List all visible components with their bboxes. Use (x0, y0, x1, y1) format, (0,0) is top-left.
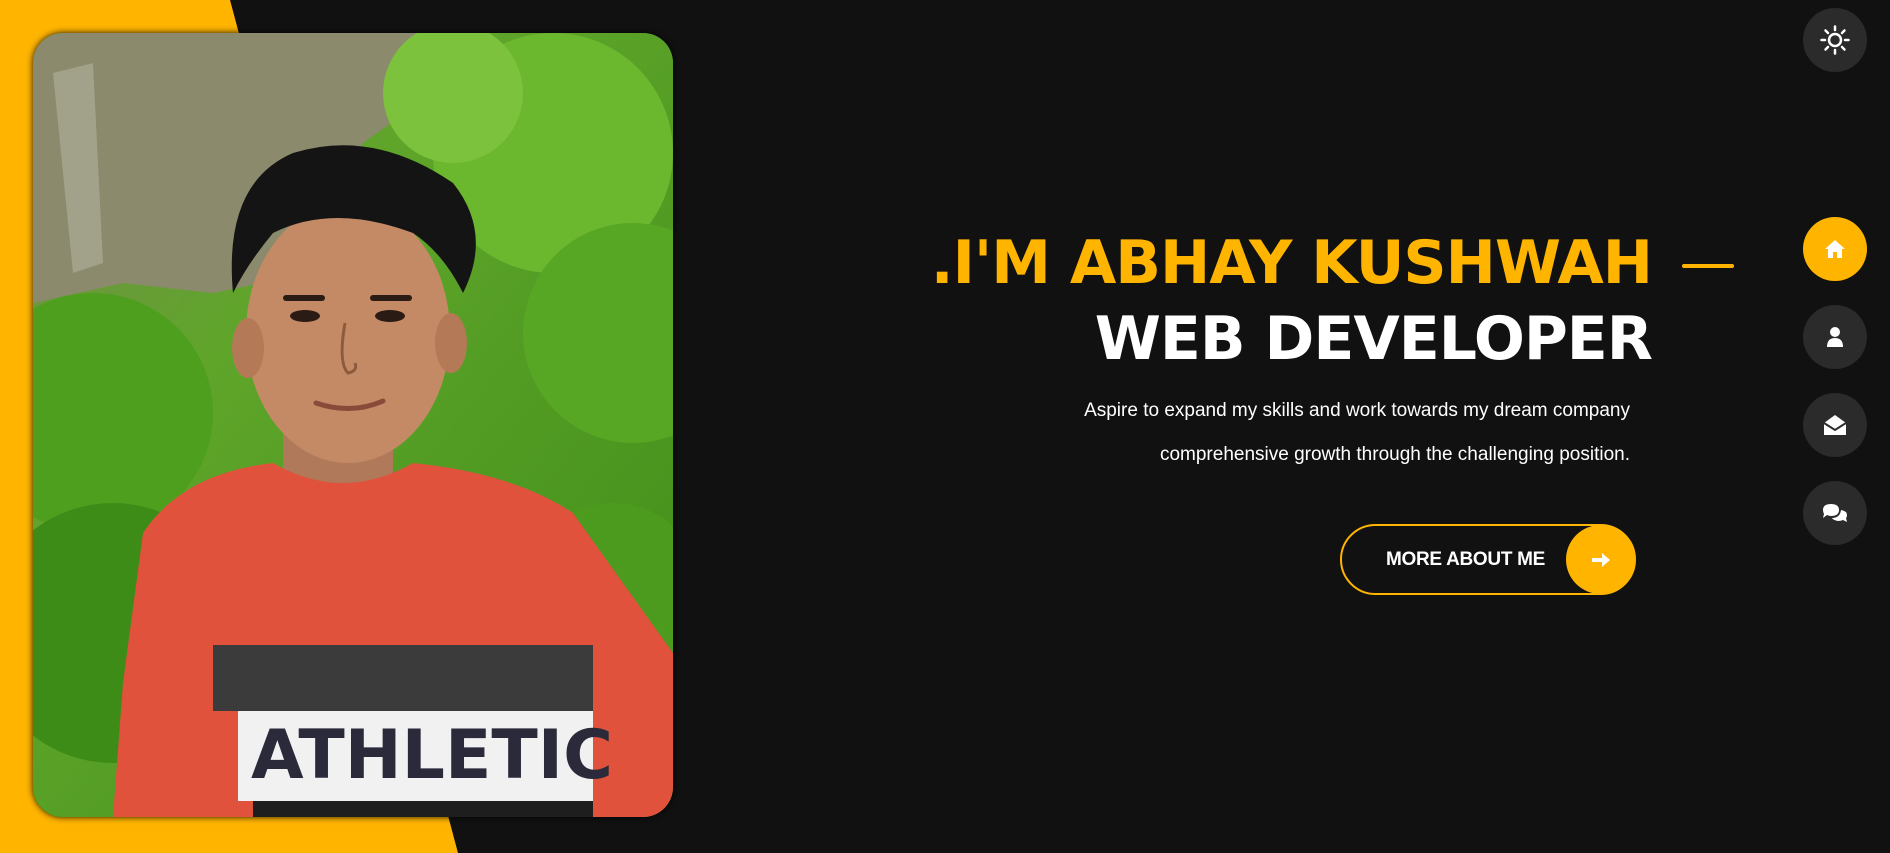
description-line-1: Aspire to expand my skills and work towa… (1084, 400, 1630, 421)
home-icon (1825, 240, 1845, 258)
nav-portfolio-button[interactable] (1803, 393, 1867, 457)
user-icon (1827, 327, 1843, 347)
envelope-open-icon (1823, 415, 1847, 435)
hero-title-text: .I'M ABHAY KUSHWAH (930, 228, 1653, 298)
comments-icon (1823, 504, 1847, 522)
profile-photo: ATHLETIC (33, 33, 673, 817)
description-line-2: comprehensive growth through the challen… (1159, 444, 1630, 465)
cta-label: MORE ABOUT ME (1386, 548, 1546, 570)
hero-section: .I'M ABHAY KUSHWAH WEB DEVELOPER Aspire … (930, 225, 1734, 477)
sun-icon (1820, 25, 1850, 55)
nav-contact-button[interactable] (1803, 481, 1867, 545)
arrow-right-icon (1566, 525, 1635, 594)
title-dash (1682, 264, 1734, 268)
hero-description: Aspire to expand my skills and work towa… (931, 389, 1630, 477)
nav-home-button[interactable] (1803, 217, 1867, 281)
nav-about-button[interactable] (1803, 305, 1867, 369)
side-nav (1803, 217, 1867, 569)
theme-toggle-button[interactable] (1803, 8, 1867, 72)
hero-title: .I'M ABHAY KUSHWAH (930, 225, 1734, 301)
hero-subtitle: WEB DEVELOPER (1094, 304, 1653, 374)
profile-photo-illustration: ATHLETIC (33, 33, 673, 817)
shirt-text: ATHLETIC (251, 716, 613, 795)
more-about-me-button[interactable]: MORE ABOUT ME (1340, 524, 1636, 595)
